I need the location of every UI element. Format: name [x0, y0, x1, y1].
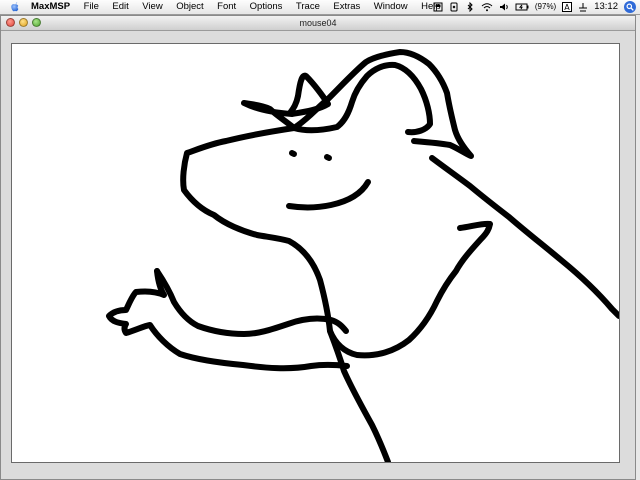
right-ear: [291, 61, 433, 136]
left-ear: [241, 72, 331, 131]
timer-icon[interactable]: [578, 2, 588, 12]
menu-extras[interactable]: Extras: [333, 0, 360, 14]
menu-object[interactable]: Object: [176, 0, 203, 14]
menu-bar: MaxMSP File Edit View Object Font Option…: [0, 0, 640, 15]
window-titlebar[interactable]: mouse04: [1, 16, 635, 31]
battery-percent: (97%): [534, 2, 557, 11]
apple-logo-icon[interactable]: [9, 1, 21, 13]
mouth: [286, 179, 371, 211]
sync-icon[interactable]: [449, 2, 459, 12]
window-title: mouse04: [299, 18, 337, 28]
menu-options[interactable]: Options: [250, 0, 283, 14]
menu-file[interactable]: File: [84, 0, 99, 14]
input-menu-icon[interactable]: A: [562, 2, 573, 12]
spotlight-icon[interactable]: [624, 1, 636, 13]
left-eye: [289, 150, 297, 157]
battery-icon[interactable]: [515, 2, 529, 12]
menu-window[interactable]: Window: [374, 0, 408, 14]
script-menu-icon[interactable]: [433, 2, 443, 12]
menu-trace[interactable]: Trace: [296, 0, 320, 14]
wifi-icon[interactable]: [481, 2, 493, 12]
menu-items: MaxMSP File Edit View Object Font Option…: [31, 0, 454, 14]
mouse-drawing: [106, 49, 619, 462]
patcher-window: mouse04: [0, 15, 636, 480]
svg-text:A: A: [564, 3, 570, 12]
menu-maxmsp[interactable]: MaxMSP: [31, 0, 70, 14]
menu-clock[interactable]: 13:12: [594, 0, 618, 14]
menu-edit[interactable]: Edit: [112, 0, 128, 14]
torso-line: [327, 328, 391, 462]
menu-font[interactable]: Font: [217, 0, 236, 14]
back-line: [429, 155, 619, 319]
bluetooth-icon[interactable]: [465, 2, 475, 12]
drawing-canvas[interactable]: [11, 43, 620, 463]
menu-extras-area: (97%) A 13:12: [427, 0, 636, 14]
menu-view[interactable]: View: [142, 0, 162, 14]
volume-icon[interactable]: [499, 2, 509, 12]
right-eye: [324, 154, 332, 161]
